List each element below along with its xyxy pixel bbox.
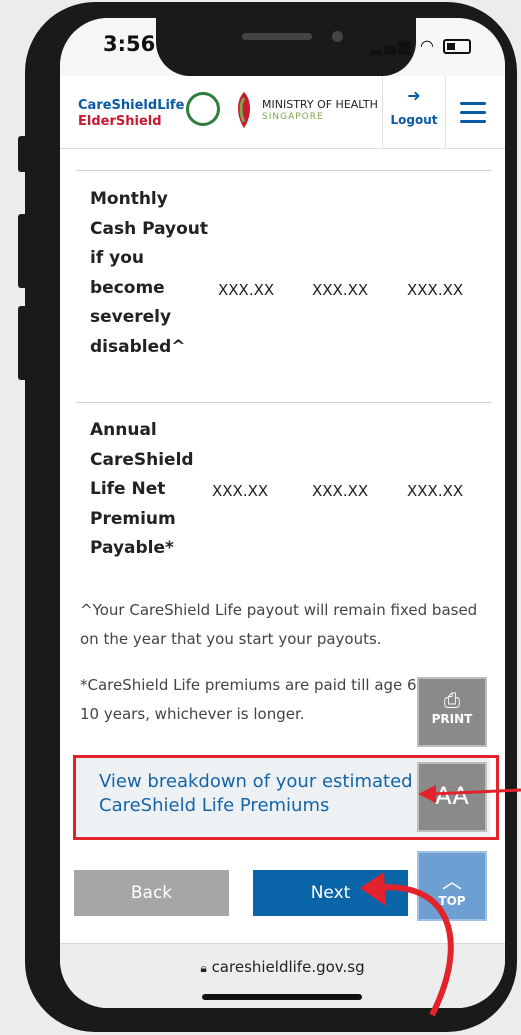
home-indicator[interactable] bbox=[202, 994, 362, 1000]
back-button[interactable]: Back bbox=[74, 870, 229, 916]
table-cell: XXX.XX bbox=[218, 281, 275, 299]
eldershield-logo-text[interactable]: ElderShield bbox=[78, 114, 162, 129]
speaker bbox=[242, 33, 312, 40]
table-cell: XXX.XX bbox=[312, 281, 369, 299]
status-time: 3:56 bbox=[103, 32, 156, 56]
back-to-top-button[interactable]: ︿ TOP bbox=[417, 851, 487, 921]
browser-url-bar[interactable]: 🔒︎ careshieldlife.gov.sg bbox=[60, 943, 505, 1008]
logout-button[interactable]: ➜ Logout bbox=[382, 76, 446, 148]
hamburger-menu-icon[interactable] bbox=[460, 102, 486, 129]
row-label-monthly-payout: Monthly Cash Payout if you become severe… bbox=[90, 189, 209, 357]
divider bbox=[76, 402, 491, 403]
payout-footnote: ^Your CareShield Life payout will remain… bbox=[80, 601, 478, 648]
table-cell: XXX.XX bbox=[312, 482, 369, 500]
screen: 3:56 ▂▄▆ ◠ CareShieldLife ElderShield MI… bbox=[60, 18, 505, 1008]
moh-logo-icon bbox=[238, 92, 250, 128]
highlight-box bbox=[73, 755, 499, 840]
url-text: 🔒︎ careshieldlife.gov.sg bbox=[60, 958, 505, 976]
print-button[interactable]: ⎙ PRINT bbox=[417, 677, 487, 747]
status-icons: ▂▄▆ ◠ bbox=[370, 36, 471, 55]
careshield-logo-text[interactable]: CareShieldLife bbox=[78, 98, 184, 113]
phone-side-button bbox=[18, 136, 28, 172]
camera bbox=[332, 31, 343, 42]
logout-icon: ➜ bbox=[407, 86, 421, 105]
site-header: CareShieldLife ElderShield MINISTRY OF H… bbox=[60, 76, 505, 149]
moh-name: MINISTRY OF HEALTH bbox=[262, 98, 378, 111]
wifi-icon: ◠ bbox=[419, 36, 436, 55]
top-label: TOP bbox=[438, 894, 466, 908]
table-cell: XXX.XX bbox=[407, 281, 464, 299]
chevron-up-icon: ︿ bbox=[442, 869, 462, 893]
signal-icon: ▂▄▆ bbox=[369, 36, 413, 55]
divider bbox=[76, 170, 491, 171]
cpf-crest-icon bbox=[186, 92, 220, 126]
table-cell: XXX.XX bbox=[212, 482, 269, 500]
phone-volume-down bbox=[18, 306, 28, 380]
status-bar: 3:56 ▂▄▆ ◠ bbox=[60, 18, 505, 76]
row-label-annual-premium: Annual CareShield Life Net Premium Payab… bbox=[90, 420, 194, 558]
url-value: careshieldlife.gov.sg bbox=[211, 958, 365, 976]
moh-subtitle: SINGAPORE bbox=[262, 112, 324, 122]
lock-icon: 🔒︎ bbox=[200, 961, 207, 975]
logout-label: Logout bbox=[390, 113, 438, 127]
battery-icon bbox=[443, 39, 471, 54]
print-label: PRINT bbox=[431, 712, 473, 726]
pdf-icon: ⎙ bbox=[444, 688, 460, 712]
table-cell: XXX.XX bbox=[407, 482, 464, 500]
next-button[interactable]: Next bbox=[253, 870, 408, 916]
phone-volume-up bbox=[18, 214, 28, 288]
